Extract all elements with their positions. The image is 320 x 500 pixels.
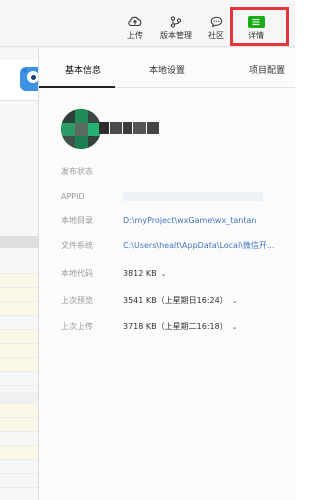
mascot-pupil bbox=[31, 75, 36, 80]
appid-row: APPID bbox=[61, 189, 263, 203]
detail-tabs: 基本信息 本地设置 项目配置 bbox=[39, 48, 295, 88]
avatar-pixel bbox=[75, 123, 88, 136]
last-upload-dropdown[interactable]: 3718 KB（上星期二16:18） ⌄ bbox=[123, 321, 238, 332]
tab-basic-info[interactable]: 基本信息 bbox=[65, 63, 101, 76]
version-management-button[interactable]: 版本管理 bbox=[158, 15, 194, 45]
local-dir-row: 本地目录 D:\myProject\wxGame\wx_tantan bbox=[61, 213, 256, 227]
editor-row bbox=[0, 432, 38, 446]
chevron-down-icon: ⌄ bbox=[160, 269, 167, 278]
detail-label: 详情 bbox=[248, 31, 264, 40]
community-label: 社区 bbox=[208, 31, 224, 40]
community-chat-icon bbox=[208, 15, 225, 28]
last-preview-row: 上次预览 3541 KB（上星期日16:24） ⌄ bbox=[61, 293, 238, 307]
local-code-value: 3812 KB bbox=[123, 268, 157, 278]
appid-label: APPID bbox=[61, 191, 85, 201]
avatar-pixel bbox=[61, 123, 75, 136]
editor-row bbox=[0, 330, 38, 344]
local-code-row: 本地代码 3812 KB ⌄ bbox=[61, 266, 167, 280]
detail-menu-icon bbox=[247, 15, 265, 28]
local-dir-link[interactable]: D:\myProject\wxGame\wx_tantan bbox=[123, 216, 256, 225]
editor-row bbox=[0, 446, 38, 460]
devtools-window: 上传 版本管理 社区 详情 基本信息 本地设置 项目配置 发布状态 APPID … bbox=[0, 0, 295, 500]
last-preview-label: 上次预览 bbox=[61, 295, 93, 305]
avatar-pixel bbox=[88, 109, 101, 123]
avatar-pixel bbox=[88, 136, 101, 149]
editor-row bbox=[0, 358, 38, 372]
upload-cloud-icon bbox=[127, 15, 144, 28]
editor-row bbox=[0, 344, 38, 358]
detail-button[interactable]: 详情 bbox=[239, 15, 273, 45]
last-preview-value: 3541 KB（上星期日16:24） bbox=[123, 295, 228, 305]
chevron-down-icon: ⌄ bbox=[231, 296, 238, 305]
detail-panel: 基本信息 本地设置 项目配置 发布状态 APPID 本地目录 D:\myProj… bbox=[38, 48, 295, 500]
chevron-down-icon: ⌄ bbox=[231, 322, 238, 331]
publish-status-row: 发布状态 bbox=[61, 164, 123, 178]
avatar-pixel bbox=[75, 109, 88, 123]
active-tab-indicator bbox=[39, 86, 115, 88]
editor-divider bbox=[0, 392, 38, 404]
file-system-label: 文件系统 bbox=[61, 240, 93, 250]
editor-row bbox=[0, 274, 38, 288]
upload-button[interactable]: 上传 bbox=[118, 15, 152, 45]
upload-label: 上传 bbox=[127, 31, 143, 40]
editor-row bbox=[0, 460, 38, 474]
last-preview-dropdown[interactable]: 3541 KB（上星期日16:24） ⌄ bbox=[123, 295, 238, 306]
editor-row bbox=[0, 260, 38, 274]
local-dir-label: 本地目录 bbox=[61, 215, 93, 225]
editor-row bbox=[0, 316, 38, 330]
avatar-pixel bbox=[61, 136, 75, 149]
editor-row bbox=[0, 418, 38, 432]
last-upload-value: 3718 KB（上星期二16:18） bbox=[123, 321, 228, 331]
last-upload-row: 上次上传 3718 KB（上星期二16:18） ⌄ bbox=[61, 319, 238, 333]
editor-row bbox=[0, 372, 38, 386]
last-upload-label: 上次上传 bbox=[61, 321, 93, 331]
editor-rows bbox=[0, 260, 38, 386]
detail-active-badge bbox=[247, 15, 265, 28]
editor-row bbox=[0, 474, 38, 488]
appid-value-redacted bbox=[123, 191, 263, 201]
version-management-label: 版本管理 bbox=[160, 31, 192, 40]
avatar-pixel bbox=[61, 109, 75, 123]
editor-section-bar bbox=[0, 236, 38, 248]
version-branch-icon bbox=[168, 15, 185, 28]
editor-row bbox=[0, 404, 38, 418]
top-toolbar: 上传 版本管理 社区 详情 bbox=[0, 0, 295, 47]
publish-status-label: 发布状态 bbox=[61, 166, 93, 176]
app-name-redacted bbox=[99, 122, 165, 134]
editor-row bbox=[0, 288, 38, 302]
avatar-pixel bbox=[75, 136, 88, 149]
local-code-dropdown[interactable]: 3812 KB ⌄ bbox=[123, 269, 167, 278]
file-system-row: 文件系统 C:\Users\healt\AppData\Local\微信开... bbox=[61, 238, 275, 252]
editor-row bbox=[0, 302, 38, 316]
tab-project-config[interactable]: 项目配置 bbox=[249, 63, 285, 76]
editor-rows-lower bbox=[0, 404, 38, 488]
local-code-label: 本地代码 bbox=[61, 268, 93, 278]
file-system-link[interactable]: C:\Users\healt\AppData\Local\微信开... bbox=[123, 240, 275, 251]
tab-local-settings[interactable]: 本地设置 bbox=[149, 63, 185, 76]
community-button[interactable]: 社区 bbox=[199, 15, 233, 45]
app-avatar bbox=[61, 109, 101, 149]
mascot-ear-left bbox=[23, 69, 27, 73]
